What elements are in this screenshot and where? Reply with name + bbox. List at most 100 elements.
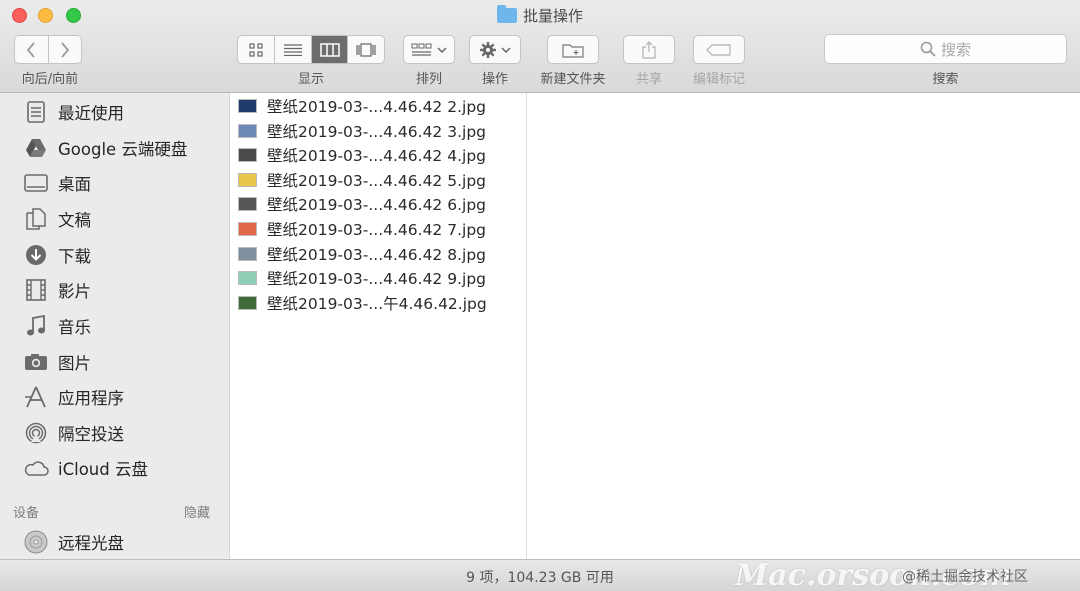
remote-disc-icon <box>22 530 50 554</box>
search-placeholder: 搜索 <box>940 40 971 59</box>
back-button[interactable] <box>15 36 48 63</box>
sidebar-item-label: 远程光盘 <box>58 534 124 553</box>
edit-tags-label: 编辑标记 <box>692 72 745 87</box>
credit-text: @稀土掘金技术社区 <box>902 569 1028 585</box>
file-name: 壁纸2019-03-...4.46.42 9.jpg <box>267 270 486 289</box>
share-button[interactable] <box>623 35 675 64</box>
sidebar-item-label: 最近使用 <box>58 104 124 123</box>
file-name: 壁纸2019-03-...4.46.42 4.jpg <box>267 147 486 166</box>
sidebar-item-documents[interactable]: 文稿 <box>22 205 91 233</box>
sidebar-item-pictures[interactable]: 图片 <box>22 348 91 376</box>
edit-tags-button[interactable] <box>693 35 745 64</box>
applications-icon <box>22 385 50 409</box>
sidebar: 最近使用 Google 云端硬盘 桌面 文稿 下载 影片 音乐 图片 应用程序 … <box>0 93 230 559</box>
file-name: 壁纸2019-03-...4.46.42 2.jpg <box>267 98 486 116</box>
sidebar-item-movies[interactable]: 影片 <box>22 276 91 304</box>
file-row[interactable]: 壁纸2019-03-...4.46.42 2.jpg <box>238 95 486 117</box>
sidebar-item-music[interactable]: 音乐 <box>22 312 91 340</box>
search-input[interactable]: 搜索 <box>824 34 1067 64</box>
list-icon <box>284 43 303 56</box>
minimize-window-button[interactable] <box>38 8 53 23</box>
image-thumbnail-icon <box>238 123 257 138</box>
sort-button[interactable] <box>403 35 455 64</box>
sidebar-item-applications[interactable]: 应用程序 <box>22 383 124 411</box>
new-folder-button[interactable] <box>547 35 599 64</box>
music-icon <box>22 314 50 338</box>
file-row[interactable]: 壁纸2019-03-...午4.46.42.jpg <box>238 292 487 314</box>
image-thumbnail-icon <box>238 271 257 286</box>
documents-icon <box>22 207 50 231</box>
file-name: 壁纸2019-03-...4.46.42 5.jpg <box>267 171 486 190</box>
icon-view-button[interactable] <box>238 36 274 63</box>
sidebar-item-label: 下载 <box>58 247 91 266</box>
image-thumbnail-icon <box>238 197 257 212</box>
folder-icon <box>496 5 517 23</box>
window-title: 批量操作 <box>0 5 1080 26</box>
toolbar: 批量操作 向后/向前 显示 排列 操作 新建文件夹 共享 编辑标记 搜索 搜索 <box>0 0 1080 93</box>
image-thumbnail-icon <box>238 246 257 261</box>
sidebar-item-label: 文稿 <box>58 211 91 230</box>
file-row[interactable]: 壁纸2019-03-...4.46.42 6.jpg <box>238 193 486 215</box>
sidebar-item-remote-disc[interactable]: 远程光盘 <box>22 528 124 556</box>
file-row[interactable]: 壁纸2019-03-...4.46.42 9.jpg <box>238 267 486 289</box>
image-thumbnail-icon <box>238 222 257 236</box>
desktop-icon <box>22 171 50 195</box>
sidebar-item-downloads[interactable]: 下载 <box>22 241 91 269</box>
nav-label: 向后/向前 <box>21 72 79 87</box>
file-row[interactable]: 壁纸2019-03-...4.46.42 4.jpg <box>238 144 486 166</box>
file-row[interactable]: 壁纸2019-03-...4.46.42 7.jpg <box>238 218 486 240</box>
sidebar-item-desktop[interactable]: 桌面 <box>22 169 91 197</box>
columns-icon <box>319 42 340 57</box>
file-name: 壁纸2019-03-...4.46.42 3.jpg <box>267 122 486 141</box>
new-folder-label: 新建文件夹 <box>540 72 606 87</box>
downloads-icon <box>22 243 50 267</box>
icloud-icon <box>22 456 50 480</box>
sidebar-item-label: 音乐 <box>58 318 91 337</box>
sort-label: 排列 <box>415 72 442 87</box>
tag-icon <box>706 43 731 56</box>
file-name: 壁纸2019-03-...4.46.42 7.jpg <box>267 221 486 239</box>
group-icon <box>411 43 432 56</box>
file-row[interactable]: 壁纸2019-03-...4.46.42 5.jpg <box>238 169 486 191</box>
gallery-icon <box>356 42 376 57</box>
file-name: 壁纸2019-03-...4.46.42 6.jpg <box>267 196 486 215</box>
image-thumbnail-icon <box>238 172 257 187</box>
chevron-left-icon <box>27 41 36 58</box>
recents-icon <box>22 100 50 124</box>
sidebar-item-label: 桌面 <box>58 175 91 194</box>
sidebar-item-label: Google 云端硬盘 <box>58 140 188 159</box>
image-thumbnail-icon <box>238 148 257 163</box>
forward-button[interactable] <box>47 36 81 63</box>
file-row[interactable]: 壁纸2019-03-...4.46.42 3.jpg <box>238 120 486 142</box>
column-view-button[interactable] <box>310 36 348 63</box>
file-column: 壁纸2019-03-...4.46.42 2.jpg 壁纸2019-03-...4… <box>230 93 527 559</box>
sidebar-item-label: 应用程序 <box>58 389 124 408</box>
sidebar-item-label: 隔空投送 <box>58 425 124 444</box>
google-drive-icon <box>22 136 50 160</box>
action-button[interactable] <box>469 35 521 64</box>
devices-section-header: 设备 <box>13 506 40 521</box>
sidebar-item-recents[interactable]: 最近使用 <box>22 98 124 126</box>
zoom-window-button[interactable] <box>66 8 81 23</box>
file-name: 壁纸2019-03-...午4.46.42.jpg <box>267 294 487 313</box>
gallery-view-button[interactable] <box>347 36 384 63</box>
view-segmented-control <box>237 35 385 64</box>
gear-icon <box>480 41 496 58</box>
movies-icon <box>22 278 50 302</box>
grid-icon <box>249 42 263 57</box>
view-label: 显示 <box>297 72 324 87</box>
share-icon <box>642 40 656 59</box>
search-label: 搜索 <box>932 72 959 87</box>
file-name: 壁纸2019-03-...4.46.42 8.jpg <box>267 245 486 264</box>
action-label: 操作 <box>481 72 508 87</box>
chevron-down-icon <box>501 46 511 53</box>
list-view-button[interactable] <box>274 36 311 63</box>
close-window-button[interactable] <box>12 8 27 23</box>
sidebar-item-google-drive[interactable]: Google 云端硬盘 <box>22 134 187 162</box>
sidebar-item-icloud[interactable]: iCloud 云盘 <box>22 454 148 482</box>
window-title-text: 批量操作 <box>522 7 583 25</box>
sidebar-item-airdrop[interactable]: 隔空投送 <box>22 419 124 447</box>
devices-hide-toggle[interactable]: 隐藏 <box>184 502 210 521</box>
file-row[interactable]: 壁纸2019-03-...4.46.42 8.jpg <box>238 243 486 265</box>
airdrop-icon <box>22 421 50 445</box>
